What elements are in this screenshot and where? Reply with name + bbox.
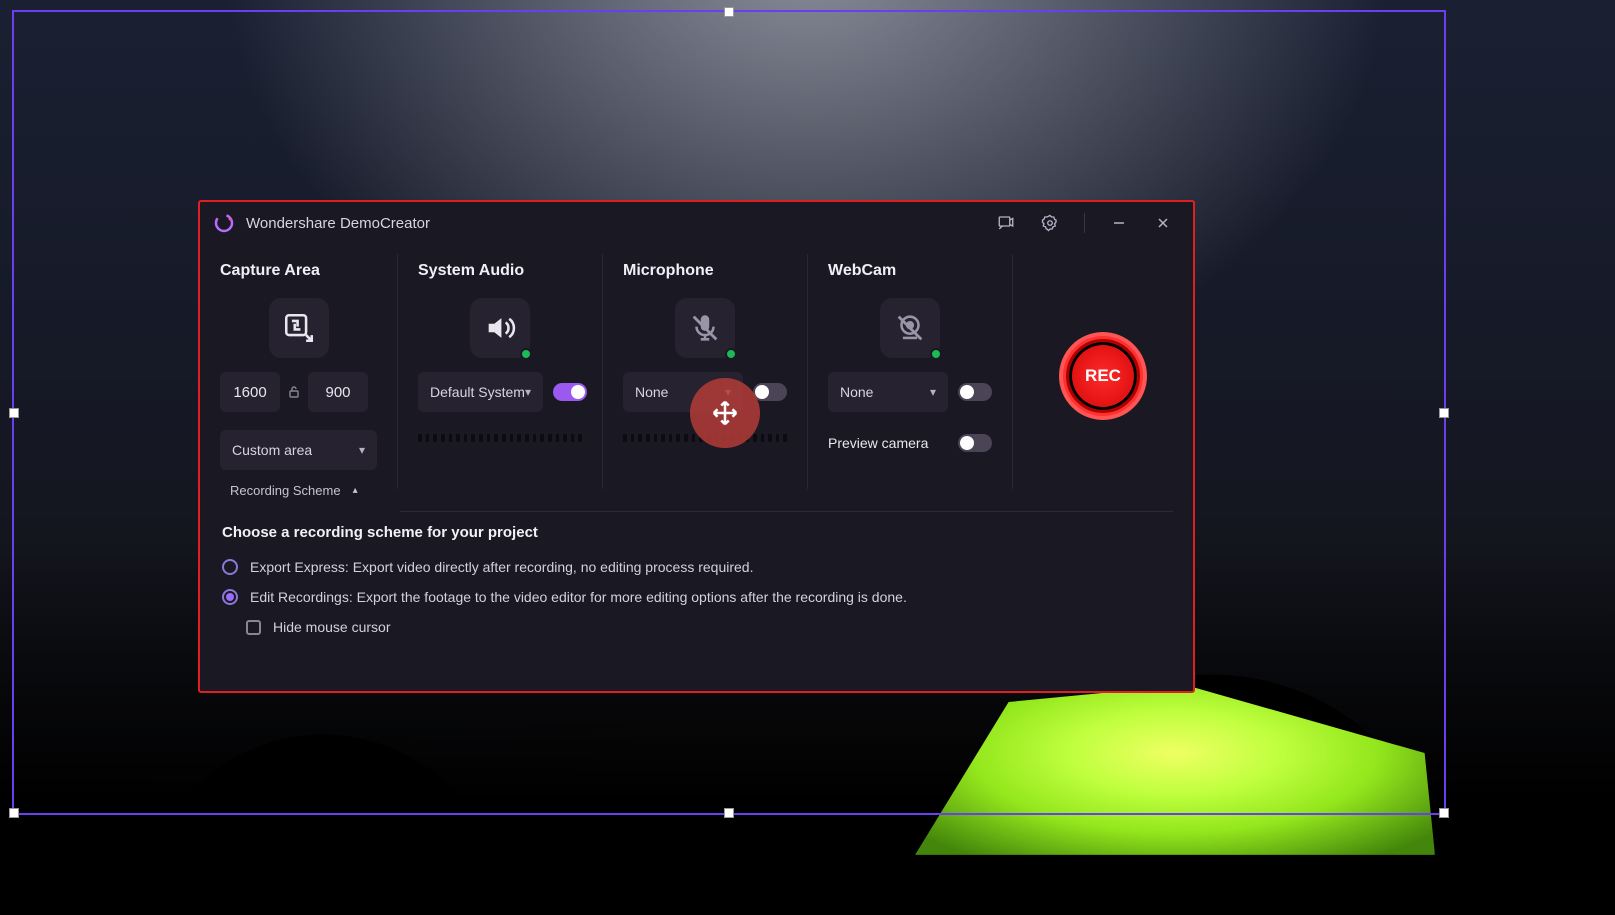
dimensions-row [220,372,377,412]
status-dot-enabled [930,348,942,360]
capture-mode-select[interactable]: Custom area ▾ [220,430,377,470]
status-dot-enabled [520,348,532,360]
chevron-down-icon: ▾ [725,385,731,399]
width-input[interactable] [220,372,280,412]
chevron-down-icon: ▾ [359,443,365,457]
app-logo-icon [214,213,234,233]
radio-edit-label: Edit Recordings: Export the footage to t… [250,589,907,605]
microphone-panel: Microphone None ▾ [603,254,808,489]
system-audio-device-label: Default System [430,384,525,400]
titlebar: Wondershare DemoCreator [200,202,1193,244]
microphone-device-label: None [635,384,668,400]
app-window: Wondershare DemoCreator Capture Area [198,200,1195,693]
caret-up-icon: ▴ [353,485,358,496]
hide-mouse-cursor-checkbox[interactable]: Hide mouse cursor [246,619,1171,635]
microphone-icon[interactable] [675,298,735,358]
titlebar-separator [1084,213,1085,233]
webcam-toggle[interactable] [958,383,992,401]
capture-area-icon[interactable] [269,298,329,358]
recording-scheme-header[interactable]: Recording Scheme ▴ [200,475,1193,505]
system-audio-panel: System Audio Default System ▾ [398,254,603,489]
chevron-down-icon: ▾ [930,385,936,399]
microphone-device-select[interactable]: None ▾ [623,372,743,412]
system-audio-icon[interactable] [470,298,530,358]
system-audio-device-select[interactable]: Default System ▾ [418,372,543,412]
height-input[interactable] [308,372,368,412]
minimize-button[interactable] [1103,207,1135,239]
webcam-device-label: None [840,384,873,400]
capture-settings-icon[interactable] [990,207,1022,239]
radio-icon [222,559,238,575]
hide-mouse-cursor-label: Hide mouse cursor [273,619,391,635]
microphone-title: Microphone [623,262,787,280]
record-panel: REC [1013,254,1193,489]
recording-scheme-body: Choose a recording scheme for your proje… [200,512,1193,635]
microphone-level-meter [623,434,787,442]
recording-scheme-header-label: Recording Scheme [230,483,341,498]
radio-export-label: Export Express: Export video directly af… [250,559,753,575]
close-button[interactable] [1147,207,1179,239]
status-dot-enabled [725,348,737,360]
checkbox-icon [246,620,261,635]
system-audio-level-meter [418,434,582,442]
webcam-title: WebCam [828,262,992,280]
system-audio-title: System Audio [418,262,582,280]
capture-mode-label: Custom area [232,442,312,458]
capture-area-panel: Capture Area Custom area ▾ [200,254,398,489]
webcam-panel: WebCam None ▾ Preview camera [808,254,1013,489]
system-audio-toggle[interactable] [553,383,587,401]
lock-aspect-icon[interactable] [288,385,300,399]
capture-area-title: Capture Area [220,262,377,280]
radio-edit-recordings[interactable]: Edit Recordings: Export the footage to t… [222,589,1171,605]
radio-export-express[interactable]: Export Express: Export video directly af… [222,559,1171,575]
recording-scheme-title: Choose a recording scheme for your proje… [222,524,1171,541]
record-button[interactable]: REC [1065,338,1141,414]
preview-camera-toggle[interactable] [958,434,992,452]
scheme-separator [400,511,1173,512]
microphone-toggle[interactable] [753,383,787,401]
app-title: Wondershare DemoCreator [246,215,430,232]
webcam-icon[interactable] [880,298,940,358]
webcam-device-select[interactable]: None ▾ [828,372,948,412]
record-button-label: REC [1085,366,1121,386]
settings-gear-icon[interactable] [1034,207,1066,239]
preview-camera-label: Preview camera [828,435,928,451]
panels-row: Capture Area Custom area ▾ System Audio [200,244,1193,489]
radio-icon-checked [222,589,238,605]
chevron-down-icon: ▾ [525,385,531,399]
